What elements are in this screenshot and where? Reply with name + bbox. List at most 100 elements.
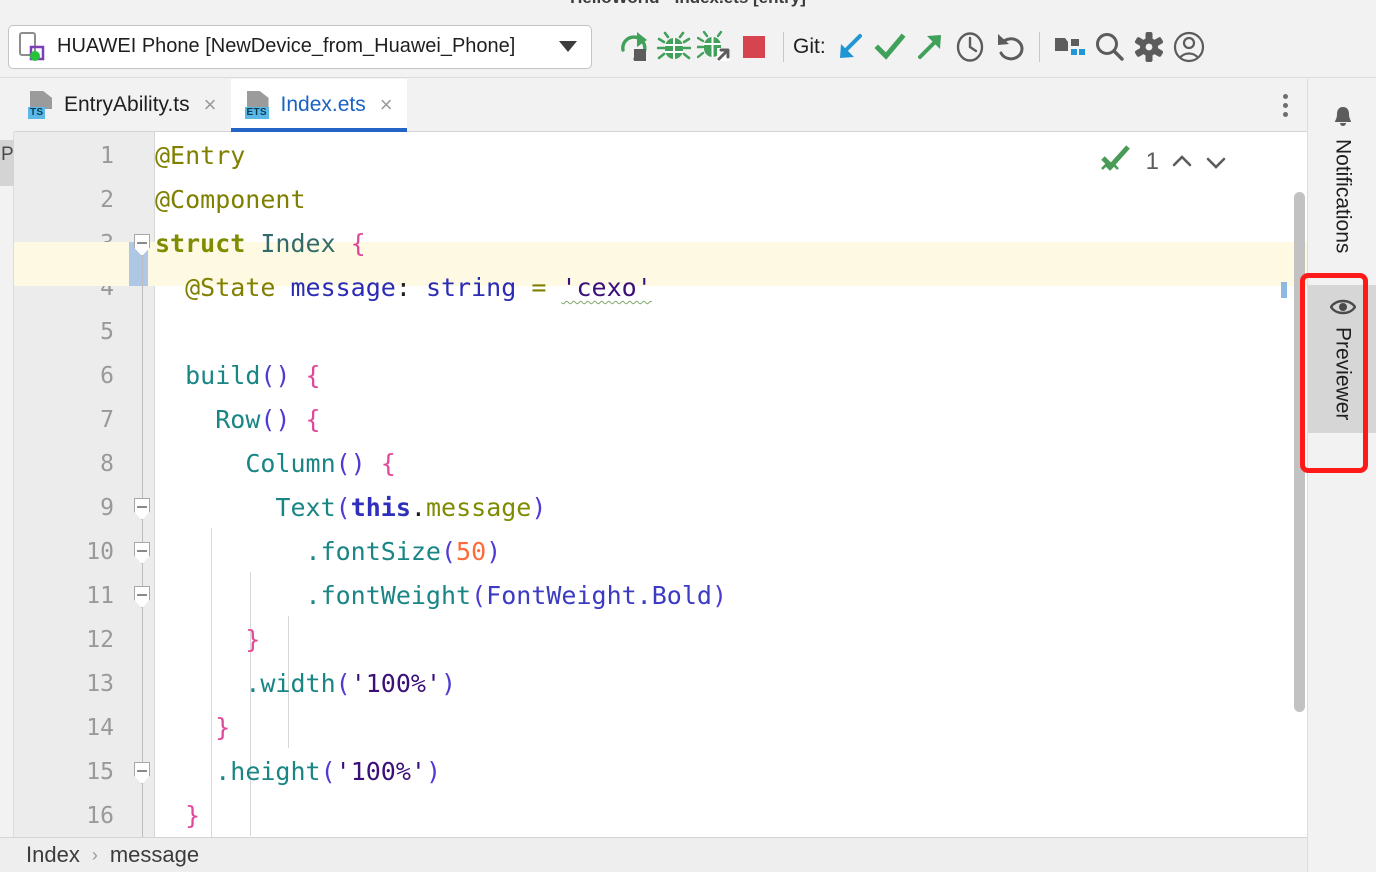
line-number: 13 [86,671,114,697]
code-token: } [185,801,201,830]
tool-tab-previewer[interactable]: Previewer [1308,285,1376,433]
tool-tab-label: Previewer [1331,327,1355,421]
code-line[interactable]: .height('100%') [155,750,441,794]
phone-device-icon [19,31,47,62]
left-tool-strip: P [0,132,14,837]
code-line[interactable]: @Component [155,178,306,222]
fold-toggle[interactable] [134,586,150,608]
chevron-down-icon[interactable] [1205,151,1227,173]
code-token: Column [245,449,336,478]
code-line[interactable]: build() { [155,354,321,398]
code-token: @State [185,273,291,302]
search-button[interactable] [1089,27,1129,67]
line-number: 15 [86,759,114,785]
code-token: @Entry [155,141,246,170]
code-token: . [410,493,426,522]
code-token: FontWeight.Bold [486,581,712,610]
code-line[interactable]: } [155,618,260,662]
code-token: .fontSize [305,537,441,566]
code-lines[interactable]: @Entry @Component struct Index { @State me… [155,132,1307,837]
code-line[interactable]: } [155,794,200,837]
code-token: 'cexo' [561,273,652,302]
settings-button[interactable] [1129,27,1169,67]
breadcrumb-item-message[interactable]: message [110,842,199,868]
line-number: 5 [100,319,114,345]
undo-button[interactable] [990,27,1030,67]
ets-file-badge: ETS [244,107,269,119]
line-number: 16 [86,803,114,829]
editor-tab-index[interactable]: ETS Index.ets × [230,79,407,132]
editor-tab-label: Index.ets [280,93,366,116]
code-token: struct [155,229,261,258]
code-line[interactable]: Row() { [155,398,321,442]
code-line[interactable]: @State message: string = 'cexo' [155,266,652,310]
fold-toggle[interactable] [134,542,150,564]
stop-icon [743,35,765,58]
ts-file-badge: TS [28,107,46,119]
debug-button[interactable] [654,27,694,67]
inspection-check-icon [1100,144,1134,179]
code-token: ( [320,757,336,786]
git-update-button[interactable] [830,27,870,67]
ide-window: HelloWorld - Index.ets [entry] HUAWEI Ph… [0,0,1376,872]
code-line[interactable]: .fontWeight(FontWeight.Bold) [155,574,727,618]
kebab-dot [1282,102,1288,108]
toolbar-divider [783,31,784,62]
code-line[interactable]: @Entry [155,134,245,178]
fold-toggle[interactable] [134,762,150,784]
code-line[interactable]: Column() { [155,442,396,486]
bell-icon [1331,105,1355,129]
close-icon[interactable]: × [380,94,393,116]
search-icon [1095,32,1124,61]
code-line[interactable]: struct Index { [155,222,366,266]
git-commit-button[interactable] [870,27,910,67]
close-icon[interactable]: × [204,94,217,116]
code-token: { [380,449,396,478]
window-titlebar: HelloWorld - Index.ets [entry] [0,0,1376,16]
code-editor[interactable]: 12345678910111213141516 [14,132,1307,837]
stop-button[interactable] [734,27,774,67]
code-token: () [260,405,291,434]
project-structure-icon [1054,37,1085,55]
tool-tab-notifications[interactable]: Notifications [1308,93,1376,265]
tool-tab-label: Notifications [1331,139,1355,254]
fold-toggle[interactable] [134,498,150,520]
left-tool-tab[interactable]: P [0,140,14,186]
line-number: 11 [86,583,114,609]
device-selector[interactable]: HUAWEI Phone [NewDevice_from_Huawei_Phon… [8,24,592,69]
project-structure-button[interactable] [1049,27,1089,67]
breadcrumb-item-index[interactable]: Index [26,842,80,868]
attach-debugger-button[interactable] [694,27,734,67]
arrow-up-right-icon [917,34,941,59]
code-token: ( [471,581,487,610]
breadcrumb: Index › message [0,837,1307,872]
inspection-widget[interactable]: 1 [1100,144,1227,179]
tab-overflow-menu-button[interactable] [1263,79,1307,131]
editor-tab-entryability[interactable]: TS EntryAbility.ts × [14,79,231,131]
run-button[interactable] [614,27,654,67]
code-line[interactable]: } [155,706,230,750]
history-button[interactable] [950,27,990,67]
line-number: 8 [100,451,114,477]
fold-toggle[interactable] [134,234,150,256]
editor-vertical-scrollbar[interactable] [1294,192,1305,712]
chevron-up-icon[interactable] [1171,151,1193,173]
code-line[interactable]: .fontSize(50) [155,530,502,574]
code-token: { [305,405,321,434]
line-number: 2 [100,187,114,213]
account-button[interactable] [1169,27,1209,67]
inspection-count: 1 [1145,147,1159,175]
line-number: 7 [100,407,114,433]
check-icon [874,32,906,60]
code-line[interactable]: Text(this.message) [155,486,546,530]
code-line[interactable]: .width('100%') [155,662,456,706]
code-token: @Component [155,185,306,214]
git-push-button[interactable] [910,27,950,67]
code-token: .height [215,757,321,786]
